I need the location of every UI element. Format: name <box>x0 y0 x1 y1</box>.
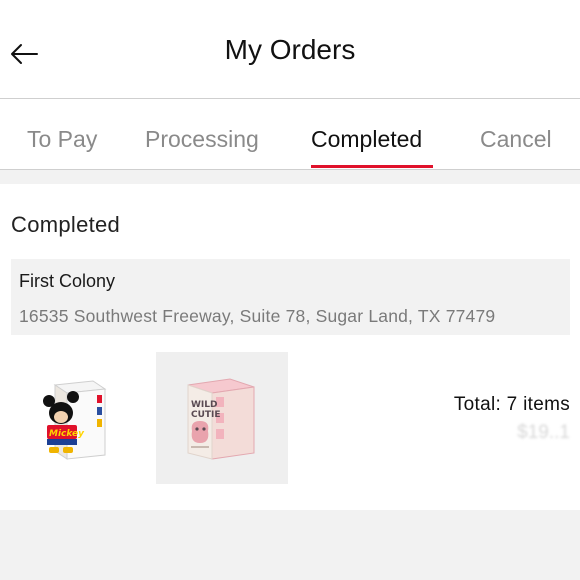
product-thumbnail-wild-cutie[interactable]: WILD CUTIE <box>156 352 288 484</box>
page-title: My Orders <box>224 34 356 65</box>
app-header: My Orders <box>0 0 580 99</box>
address-name: First Colony <box>19 271 116 291</box>
order-tabs: To Pay Processing Completed Cancel <box>0 99 580 170</box>
order-card[interactable]: Completed First Colony 16535 Southwest F… <box>0 184 580 510</box>
shipping-address: First Colony 16535 Southwest Freeway, Su… <box>11 259 570 335</box>
box-text-wild: WILD <box>191 400 217 410</box>
box-text-cutie: CUTIE <box>191 410 221 420</box>
page-background <box>0 510 580 580</box>
address-line: 16535 Southwest Freeway, Suite 78, Sugar… <box>19 306 496 326</box>
section-gap <box>0 170 580 184</box>
box-text-mickey: Mickey <box>49 429 85 439</box>
mickey-box-image: Mickey <box>43 380 107 460</box>
tab-completed[interactable]: Completed <box>311 99 422 169</box>
wild-cutie-box-image: WILD CUTIE <box>187 378 255 460</box>
order-total-items: Total: 7 items <box>453 394 570 415</box>
active-tab-indicator <box>311 165 433 168</box>
tab-cancel[interactable]: Cancel <box>480 99 552 169</box>
tab-to-pay[interactable]: To Pay <box>27 99 97 169</box>
order-price: $19..1 <box>517 422 570 443</box>
tab-processing[interactable]: Processing <box>145 99 259 169</box>
order-status: Completed <box>11 212 121 237</box>
product-thumbnail-mickey[interactable]: Mickey <box>12 352 144 484</box>
